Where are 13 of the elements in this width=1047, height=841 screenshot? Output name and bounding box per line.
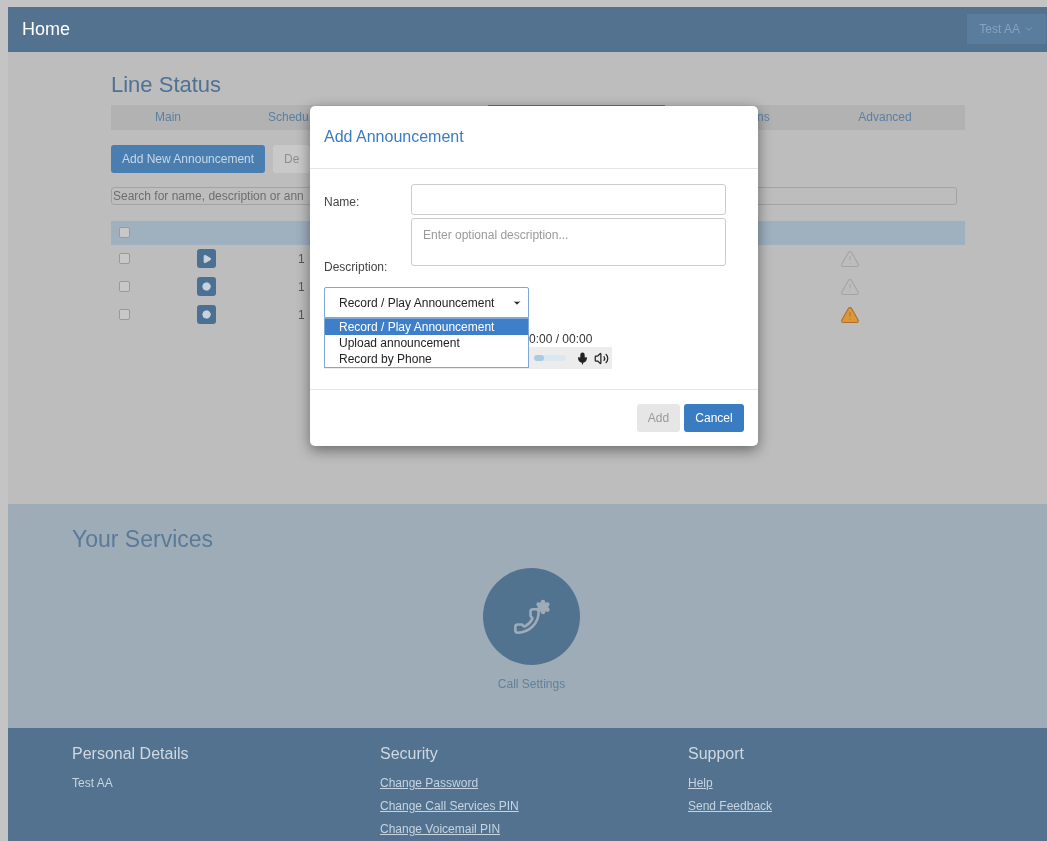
table-cell-text: 1 (298, 250, 305, 268)
player-time: 0:00 / 00:00 (529, 331, 593, 348)
section-title: Your Services (72, 524, 215, 554)
footer-heading: Security (380, 744, 439, 764)
field-label: Name: (324, 194, 360, 211)
table-cell-text: 1 (298, 278, 305, 296)
table-cell-text: 1 (298, 306, 305, 324)
field-label: Description: (324, 259, 388, 276)
page-title: Line Status (111, 70, 223, 99)
footer-text: Test AA (72, 775, 113, 792)
footer-heading: Support (688, 744, 746, 764)
footer-heading: Personal Details (72, 744, 190, 764)
modal-title: Add Announcement (324, 127, 464, 147)
